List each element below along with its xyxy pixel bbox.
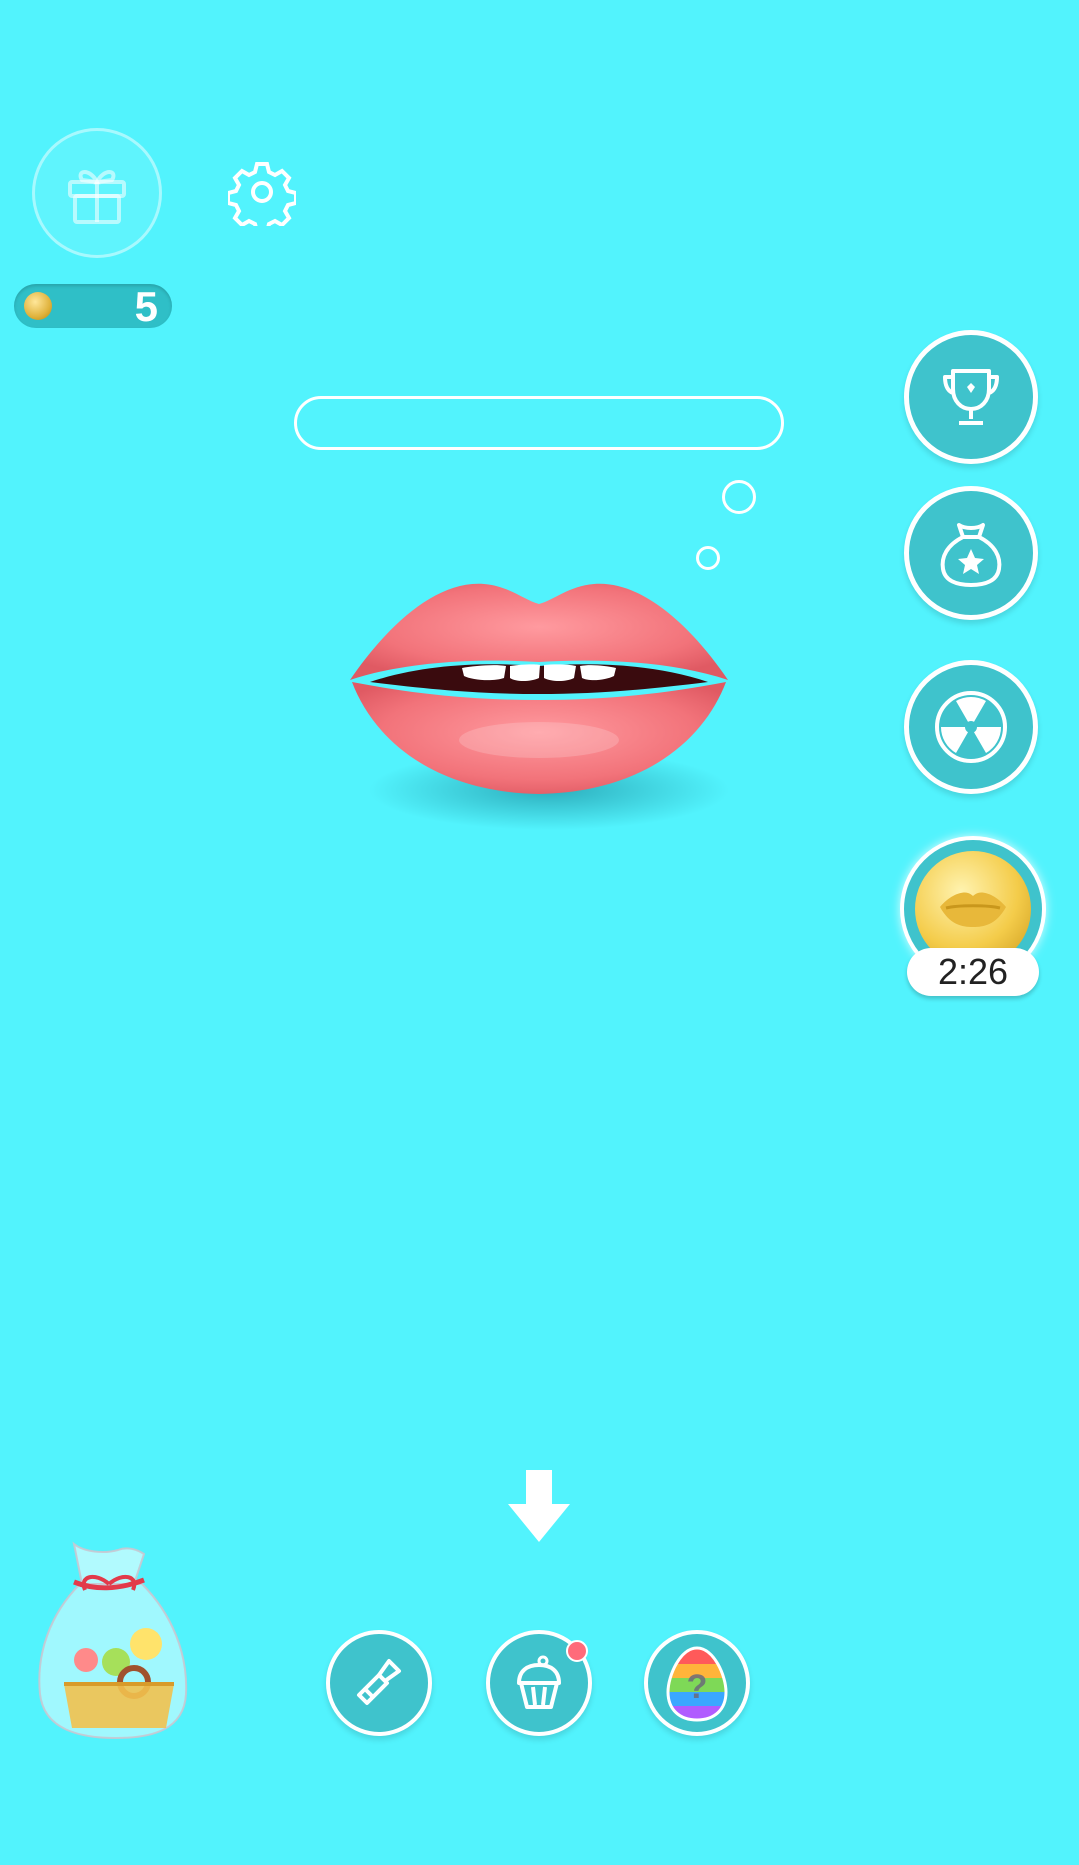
thought-bubble-small [696,546,720,570]
lipstick-button[interactable] [326,1630,432,1736]
candy-bag-icon [38,1541,188,1740]
gift-button[interactable] [32,128,162,258]
star-bag-icon [940,523,1002,587]
lips[interactable] [344,570,734,840]
svg-text:?: ? [687,1668,708,1706]
radiation-icon [935,691,1007,763]
gear-icon [226,162,298,234]
star-bag-button[interactable] [904,486,1038,620]
trophy-icon [943,369,999,425]
coin-icon [24,292,52,320]
gift-icon [68,170,126,224]
trophy-button[interactable] [904,330,1038,464]
thought-bubble-large [722,480,756,514]
candy-bag[interactable] [34,1534,194,1744]
mystery-egg-icon: ? [666,1646,728,1722]
notification-badge [566,1640,588,1662]
radiation-button[interactable] [904,660,1038,794]
coin-counter: 5 [14,283,172,330]
lipstick-icon [357,1659,401,1705]
settings-button[interactable] [226,158,298,234]
bonus-timer: 2:26 [907,948,1039,996]
cupcake-icon [517,1655,561,1709]
progress-bar [294,396,784,450]
arrow-down-icon [504,1468,574,1546]
mystery-egg-button[interactable]: ? [644,1630,750,1736]
coin-count: 5 [134,283,158,330]
lips-illustration [350,583,729,830]
